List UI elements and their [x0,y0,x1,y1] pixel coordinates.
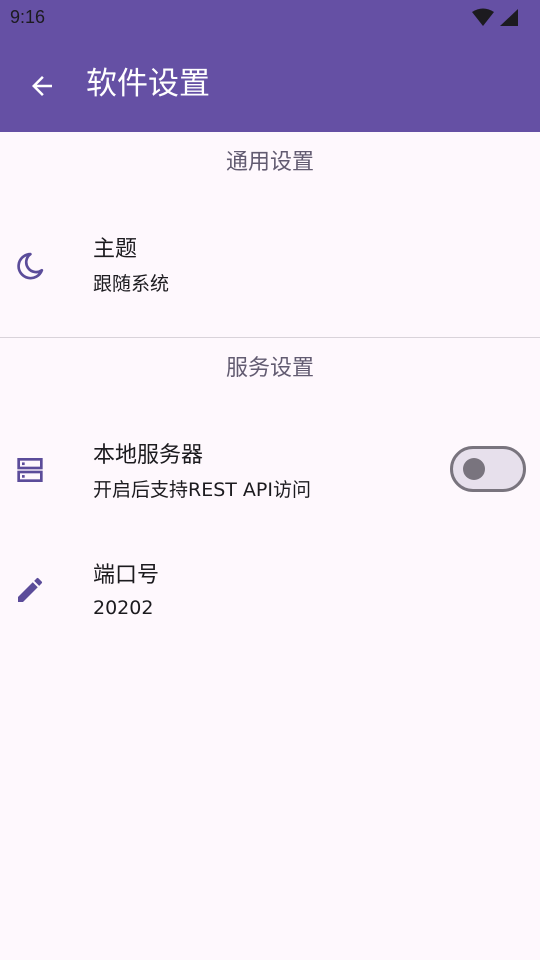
pencil-icon [14,574,46,606]
pref-local-server-title: 本地服务器 [93,443,204,468]
status-icons [472,8,518,26]
back-button[interactable] [20,64,64,108]
status-time: 9:16 [10,7,46,27]
local-server-switch[interactable] [450,446,526,492]
pref-local-server-summary: 开启后支持REST API访问 [93,479,311,501]
section-divider [0,337,540,338]
app-bar: 软件设置 [0,36,540,132]
wifi-icon [472,8,494,26]
pref-port-summary: 20202 [93,597,154,619]
arrow-back-icon [32,76,52,96]
moon-icon [14,250,46,282]
status-bar: 9:16 [0,0,540,36]
signal-icon [500,9,518,26]
pref-port-title: 端口号 [93,563,160,588]
page-title: 软件设置 [86,66,210,102]
pref-local-server[interactable]: 本地服务器 开启后支持REST API访问 [0,410,540,522]
pref-theme[interactable]: 主题 跟随系统 [0,200,540,312]
section-header-service: 服务设置 [225,356,314,381]
server-icon [14,454,46,486]
switch-knob [463,458,485,480]
section-header-general: 通用设置 [225,150,314,175]
pref-theme-title: 主题 [93,237,138,262]
pref-theme-summary: 跟随系统 [93,273,170,295]
pref-port[interactable]: 端口号 20202 [0,540,540,644]
